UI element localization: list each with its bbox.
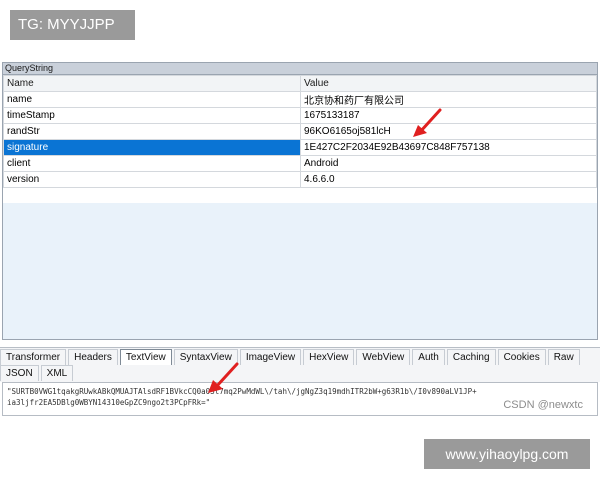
tab-headers[interactable]: Headers <box>68 349 118 365</box>
textview-content[interactable]: "SURTB0VWG1tqakgRUwkABkQMUAJTAlsdRF1BVkc… <box>2 382 598 416</box>
tab-row-1: Transformer Headers TextView SyntaxView … <box>0 349 582 365</box>
inspector-tab-bar: Transformer Headers TextView SyntaxView … <box>0 347 600 382</box>
csdn-watermark: CSDN @newxtc <box>503 399 583 411</box>
table-row[interactable]: name 北京协和药厂有限公司 <box>3 91 597 108</box>
row-value-cell[interactable]: Android <box>300 155 597 172</box>
table-row[interactable]: randStr 96KO6165oj581lcH <box>3 123 597 140</box>
row-name-cell[interactable]: client <box>3 155 301 172</box>
red-arrow-annotation-icon <box>413 108 442 137</box>
row-value-cell[interactable]: 4.6.6.0 <box>300 171 597 188</box>
tab-transformer[interactable]: Transformer <box>0 349 67 365</box>
table-header-row: Name Value <box>3 75 597 92</box>
tg-label: TG: MYYJJPP <box>18 16 115 33</box>
row-name-cell[interactable]: name <box>3 91 301 108</box>
querystring-panel: QueryString Name Value name 北京协和药厂有限公司 t… <box>2 62 598 340</box>
column-header-value[interactable]: Value <box>300 75 597 92</box>
querystring-title: QueryString <box>3 63 597 75</box>
row-name-cell[interactable]: timeStamp <box>3 107 301 124</box>
table-empty-area <box>3 203 597 339</box>
tab-hexview[interactable]: HexView <box>303 349 355 365</box>
table-row[interactable]: timeStamp 1675133187 <box>3 107 597 124</box>
tg-watermark-badge: TG: MYYJJPP <box>10 10 135 40</box>
table-row[interactable]: version 4.6.6.0 <box>3 171 597 188</box>
table-row[interactable]: client Android <box>3 155 597 172</box>
row-value-cell[interactable]: 1E427C2F2034E92B43697C848F757138 <box>300 139 597 156</box>
tab-caching[interactable]: Caching <box>446 349 496 365</box>
row-value-cell[interactable]: 96KO6165oj581lcH <box>300 123 597 140</box>
row-value-cell[interactable]: 1675133187 <box>300 107 597 124</box>
tab-row-2: JSON XML <box>0 365 75 381</box>
row-name-cell[interactable]: signature <box>3 139 301 156</box>
row-name-cell[interactable]: version <box>3 171 301 188</box>
textview-line-1: "SURTB0VWG1tqakgRUwkABkQMUAJTAlsdRF1BVkc… <box>7 387 477 396</box>
tab-cookies[interactable]: Cookies <box>497 349 546 365</box>
tab-textview[interactable]: TextView <box>119 349 172 365</box>
url-watermark-badge: www.yihaoylpg.com <box>424 439 590 469</box>
tab-xml[interactable]: XML <box>40 365 74 381</box>
table-row-selected[interactable]: signature 1E427C2F2034E92B43697C848F7571… <box>3 139 597 156</box>
red-arrow-annotation-icon <box>208 362 239 393</box>
column-header-name[interactable]: Name <box>3 75 301 92</box>
querystring-table: Name Value name 北京协和药厂有限公司 timeStamp 167… <box>3 75 597 188</box>
tab-json[interactable]: JSON <box>0 365 39 381</box>
row-value-cell[interactable]: 北京协和药厂有限公司 <box>300 91 597 108</box>
tab-auth[interactable]: Auth <box>412 349 445 365</box>
url-label: www.yihaoylpg.com <box>445 446 569 462</box>
row-name-cell[interactable]: randStr <box>3 123 301 140</box>
tab-imageview[interactable]: ImageView <box>239 349 302 365</box>
tab-webview[interactable]: WebView <box>356 349 411 365</box>
tab-raw[interactable]: Raw <box>547 349 580 365</box>
